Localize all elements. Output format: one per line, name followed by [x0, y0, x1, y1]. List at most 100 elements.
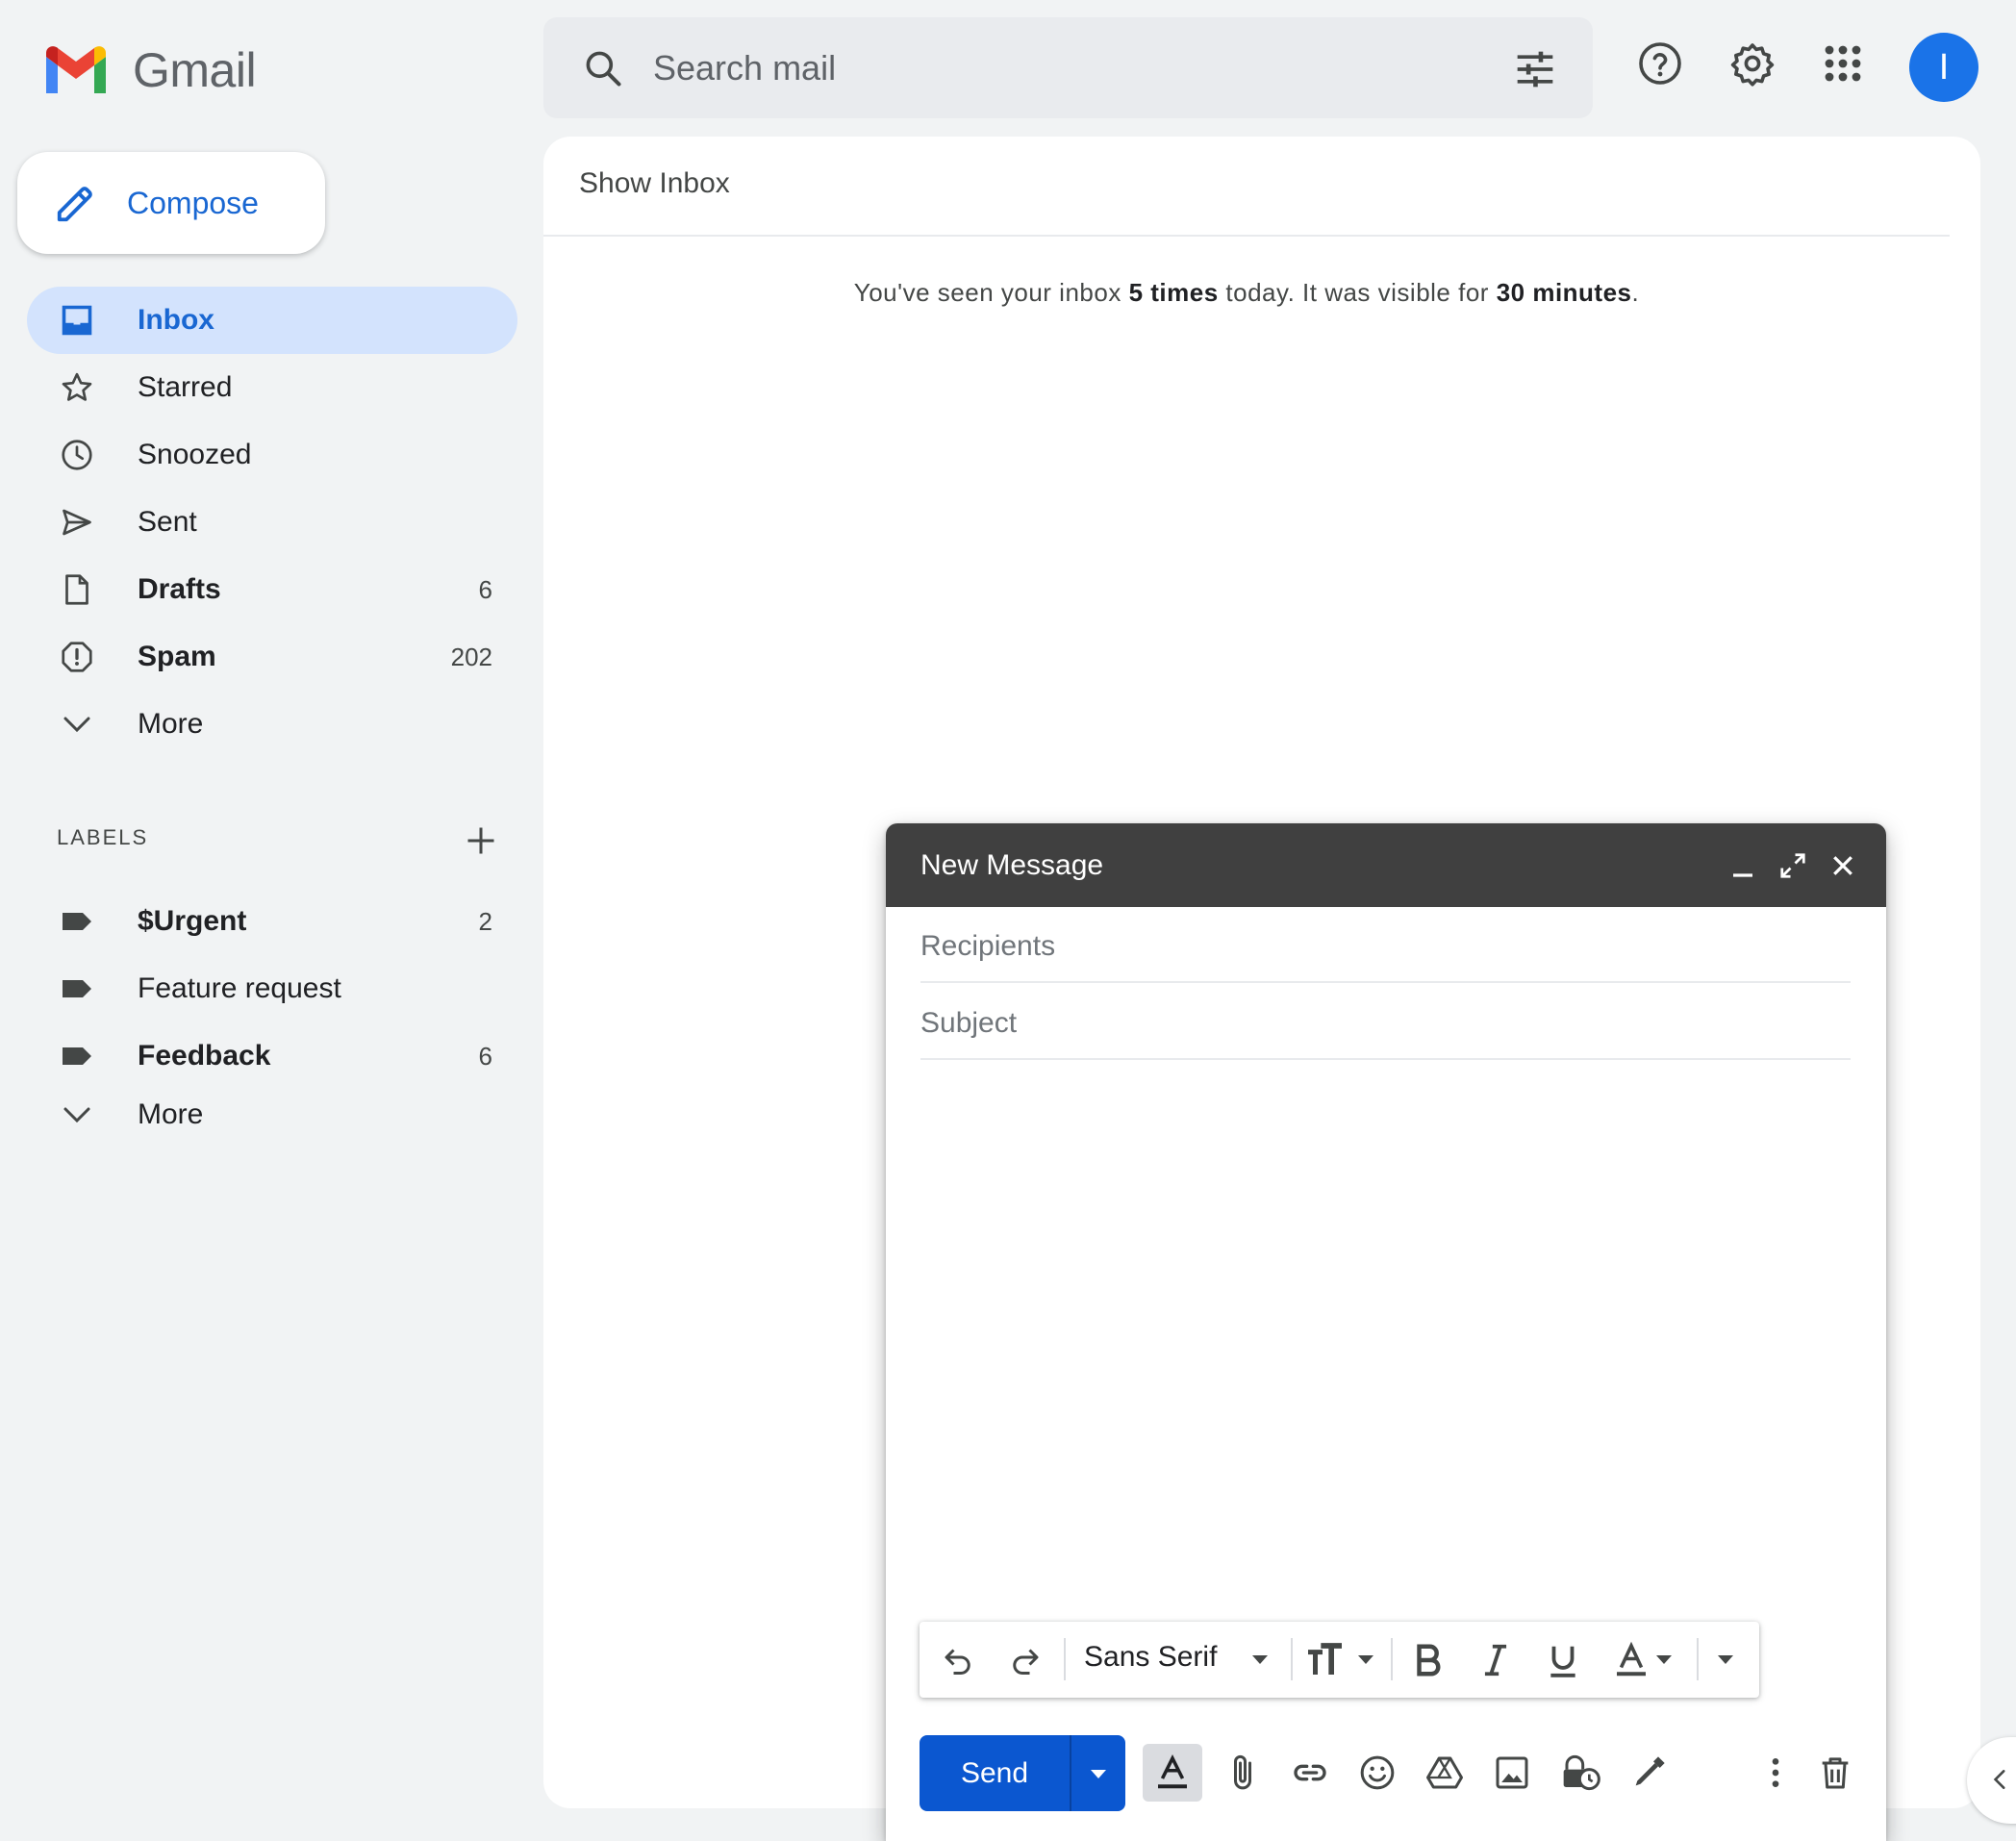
- chevron-down-icon: [63, 1107, 90, 1123]
- discard-draft-icon[interactable]: [1816, 1753, 1854, 1792]
- tune-icon[interactable]: [1514, 48, 1556, 90]
- undo-icon[interactable]: [941, 1643, 975, 1677]
- dropdown-arrow-icon[interactable]: [1250, 1652, 1270, 1666]
- account-avatar[interactable]: I: [1909, 33, 1978, 102]
- spam-icon: [62, 642, 92, 672]
- nav-label: Sent: [138, 506, 197, 538]
- search-icon[interactable]: [582, 47, 624, 89]
- recipients-field[interactable]: [920, 907, 1851, 983]
- formatting-options-toggle[interactable]: [1143, 1744, 1202, 1802]
- label-item-feedback[interactable]: Feedback 6: [27, 1022, 517, 1090]
- search-input[interactable]: [653, 47, 1423, 88]
- fullscreen-icon[interactable]: [1778, 851, 1807, 880]
- nav-item-more[interactable]: More: [27, 691, 517, 758]
- labels-list: $Urgent 2 Feature request Feedback 6 Mor…: [27, 888, 517, 1140]
- underline-icon[interactable]: [1545, 1641, 1581, 1679]
- stats-prefix: You've seen your inbox: [853, 278, 1129, 307]
- gmail-logo[interactable]: Gmail: [42, 42, 257, 98]
- toolbar-divider: [1697, 1638, 1699, 1680]
- nav-item-starred[interactable]: Starred: [27, 354, 517, 421]
- label-icon: [63, 913, 91, 930]
- more-formatting-icon[interactable]: [1716, 1652, 1735, 1666]
- nav-item-inbox[interactable]: Inbox: [27, 287, 517, 354]
- dropdown-arrow-icon[interactable]: [1654, 1652, 1674, 1666]
- emoji-icon[interactable]: [1358, 1753, 1397, 1792]
- link-icon[interactable]: [1291, 1753, 1329, 1792]
- stats-suffix: .: [1631, 278, 1640, 307]
- subject-input[interactable]: [920, 984, 1851, 1058]
- formatting-toolbar: Sans Serif: [920, 1622, 1759, 1698]
- dropdown-arrow-icon: [1091, 1769, 1106, 1778]
- help-icon[interactable]: [1637, 40, 1683, 87]
- toolbar-divider: [1291, 1638, 1293, 1680]
- chevron-left-icon: [1993, 1770, 2005, 1789]
- dropdown-arrow-icon[interactable]: [1356, 1652, 1375, 1666]
- signature-icon[interactable]: [1629, 1753, 1668, 1792]
- send-button[interactable]: Send: [920, 1735, 1071, 1811]
- image-icon[interactable]: [1493, 1753, 1531, 1792]
- drive-icon[interactable]: [1425, 1753, 1464, 1792]
- label-name: Feedback: [138, 1040, 271, 1072]
- subject-field[interactable]: [920, 984, 1851, 1060]
- stats-times: 5 times: [1128, 278, 1219, 307]
- label-item-more[interactable]: More: [27, 1090, 517, 1140]
- label-name: More: [138, 1098, 204, 1130]
- nav-label: Drafts: [138, 573, 221, 605]
- unread-count: 202: [450, 642, 492, 671]
- nav-label: Starred: [138, 371, 233, 403]
- settings-icon[interactable]: [1729, 40, 1776, 87]
- text-color-icon[interactable]: [1614, 1641, 1649, 1679]
- nav-label: More: [138, 708, 204, 740]
- pencil-icon: [57, 187, 92, 222]
- label-item-urgent[interactable]: $Urgent 2: [27, 888, 517, 955]
- font-family-select[interactable]: Sans Serif: [1084, 1641, 1217, 1674]
- schedule-send-dropdown[interactable]: [1071, 1735, 1125, 1811]
- nav-item-spam[interactable]: Spam 202: [27, 623, 517, 691]
- label-name: $Urgent: [138, 905, 247, 937]
- label-icon: [63, 980, 91, 997]
- font-size-icon[interactable]: [1306, 1641, 1348, 1679]
- apps-icon[interactable]: [1820, 40, 1866, 87]
- divider: [543, 235, 1950, 237]
- unread-count: 6: [478, 1041, 492, 1071]
- label-icon: [63, 1047, 91, 1065]
- compose-window-title: New Message: [920, 848, 1104, 881]
- chevron-down-icon: [63, 717, 90, 733]
- nav-item-sent[interactable]: Sent: [27, 489, 517, 556]
- toolbar-divider: [1391, 1638, 1393, 1680]
- labels-heading: LABELS: [57, 825, 149, 849]
- recipients-input[interactable]: [920, 907, 1851, 981]
- redo-icon[interactable]: [1008, 1643, 1043, 1677]
- minimize-icon[interactable]: [1728, 851, 1757, 880]
- attach-icon[interactable]: [1223, 1753, 1262, 1792]
- confidential-mode-icon[interactable]: [1560, 1753, 1602, 1792]
- text-format-icon: [1158, 1753, 1187, 1789]
- label-item-feature-request[interactable]: Feature request: [27, 955, 517, 1022]
- unread-count: 2: [478, 906, 492, 936]
- stats-duration: 30 minutes: [1496, 278, 1632, 307]
- inbox-stats: You've seen your inbox 5 times today. It…: [543, 278, 1950, 308]
- compose-button[interactable]: Compose: [17, 152, 325, 254]
- close-icon[interactable]: [1828, 851, 1857, 880]
- bold-icon[interactable]: [1410, 1641, 1447, 1679]
- add-label-icon[interactable]: [464, 823, 498, 858]
- send-button-group: Send: [920, 1735, 1125, 1811]
- compose-window: New Message Sans Serif: [886, 823, 1886, 1841]
- nav-label: Spam: [138, 641, 216, 672]
- gmail-m-icon: [46, 46, 106, 93]
- label-name: Feature request: [138, 972, 341, 1004]
- italic-icon[interactable]: [1477, 1641, 1514, 1679]
- compose-window-header[interactable]: New Message: [886, 823, 1886, 907]
- toolbar-divider: [1064, 1638, 1066, 1680]
- more-options-icon[interactable]: [1756, 1753, 1795, 1792]
- search-bar[interactable]: [543, 17, 1593, 118]
- nav-item-drafts[interactable]: Drafts 6: [27, 556, 517, 623]
- stats-middle: today. It was visible for: [1218, 278, 1497, 307]
- nav-item-snoozed[interactable]: Snoozed: [27, 421, 517, 489]
- compose-label: Compose: [127, 185, 259, 220]
- app-name: Gmail: [133, 43, 257, 97]
- page-title[interactable]: Show Inbox: [579, 167, 730, 200]
- sidebar-nav: Inbox Starred Snoozed Sent Drafts 6 Spam…: [27, 287, 517, 758]
- star-icon: [62, 372, 92, 401]
- unread-count: 6: [478, 574, 492, 604]
